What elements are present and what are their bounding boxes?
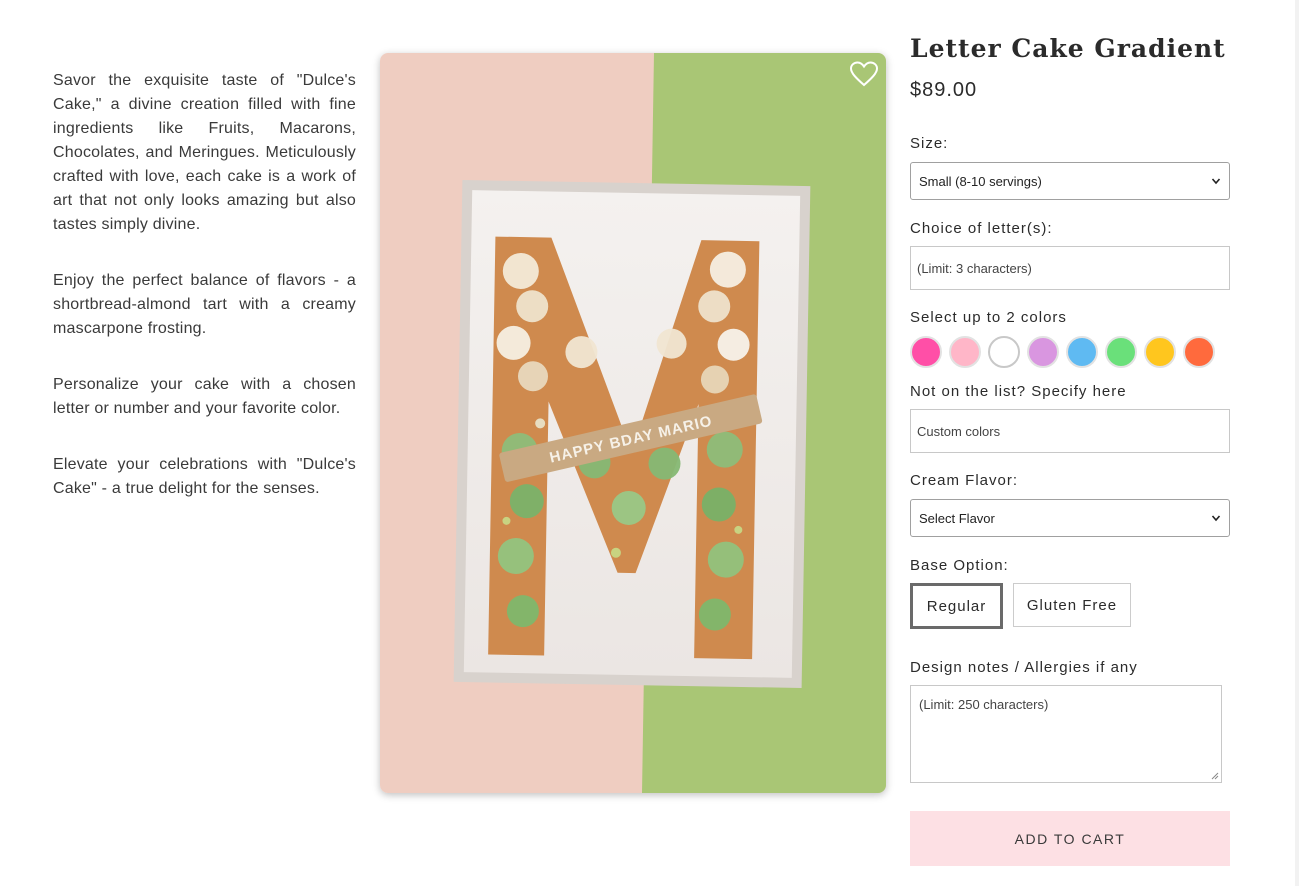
color-swatches (910, 336, 1215, 368)
letters-placeholder: (Limit: 3 characters) (917, 260, 1032, 276)
product-image: HAPPY BDAY MARIO (380, 53, 886, 793)
custom-colors-input[interactable]: Custom colors (910, 409, 1230, 453)
product-description: Savor the exquisite taste of "Dulce's Ca… (53, 69, 356, 533)
page-scrollbar[interactable] (1295, 0, 1299, 886)
base-option-regular-label: Regular (926, 597, 987, 615)
design-notes-textarea[interactable]: (Limit: 250 characters) (910, 685, 1222, 783)
cake-photo: HAPPY BDAY MARIO (380, 53, 886, 793)
base-option-label: Base Option: (910, 557, 1009, 574)
description-paragraph-2: Enjoy the perfect balance of flavors - a… (53, 272, 356, 337)
custom-colors-placeholder: Custom colors (917, 423, 1001, 439)
letters-input[interactable]: (Limit: 3 characters) (910, 246, 1230, 290)
design-notes-placeholder: (Limit: 250 characters) (919, 697, 1049, 712)
color-swatch-orange[interactable] (1183, 336, 1215, 368)
add-to-cart-button[interactable]: ADD TO CART (910, 811, 1230, 866)
cream-flavor-label: Cream Flavor: (910, 472, 1019, 489)
product-price: $89.00 (910, 79, 978, 101)
letters-label: Choice of letter(s): (910, 220, 1053, 237)
description-paragraph-3: Personalize your cake with a chosen lett… (53, 376, 356, 417)
color-swatch-white[interactable] (988, 336, 1020, 368)
size-selected-value: Small (8-10 servings) (919, 173, 1042, 189)
base-option-regular[interactable]: Regular (910, 583, 1003, 629)
chevron-down-icon (1211, 178, 1221, 185)
cream-flavor-selected-value: Select Flavor (919, 510, 995, 526)
chevron-down-icon (1211, 515, 1221, 522)
size-select[interactable]: Small (8-10 servings) (910, 162, 1230, 200)
color-swatch-light-pink[interactable] (949, 336, 981, 368)
colors-label: Select up to 2 colors (910, 309, 1067, 326)
add-to-cart-label: ADD TO CART (1014, 830, 1126, 847)
custom-colors-label: Not on the list? Specify here (910, 383, 1127, 400)
resize-handle-icon[interactable] (1211, 772, 1219, 780)
color-swatch-green[interactable] (1105, 336, 1137, 368)
color-swatch-lilac[interactable] (1027, 336, 1059, 368)
design-notes-label: Design notes / Allergies if any (910, 659, 1138, 676)
cream-flavor-select[interactable]: Select Flavor (910, 499, 1230, 537)
description-paragraph-4: Elevate your celebrations with "Dulce's … (53, 456, 356, 497)
heart-outline-icon[interactable] (850, 61, 878, 87)
color-swatch-yellow[interactable] (1144, 336, 1176, 368)
product-title: Letter Cake Gradient (910, 34, 1226, 63)
color-swatch-hot-pink[interactable] (910, 336, 942, 368)
color-swatch-blue[interactable] (1066, 336, 1098, 368)
base-option-gluten-free[interactable]: Gluten Free (1013, 583, 1131, 627)
base-option-gluten-free-label: Gluten Free (1026, 596, 1118, 614)
size-label: Size: (910, 135, 949, 152)
description-paragraph-1: Savor the exquisite taste of "Dulce's Ca… (53, 72, 356, 233)
